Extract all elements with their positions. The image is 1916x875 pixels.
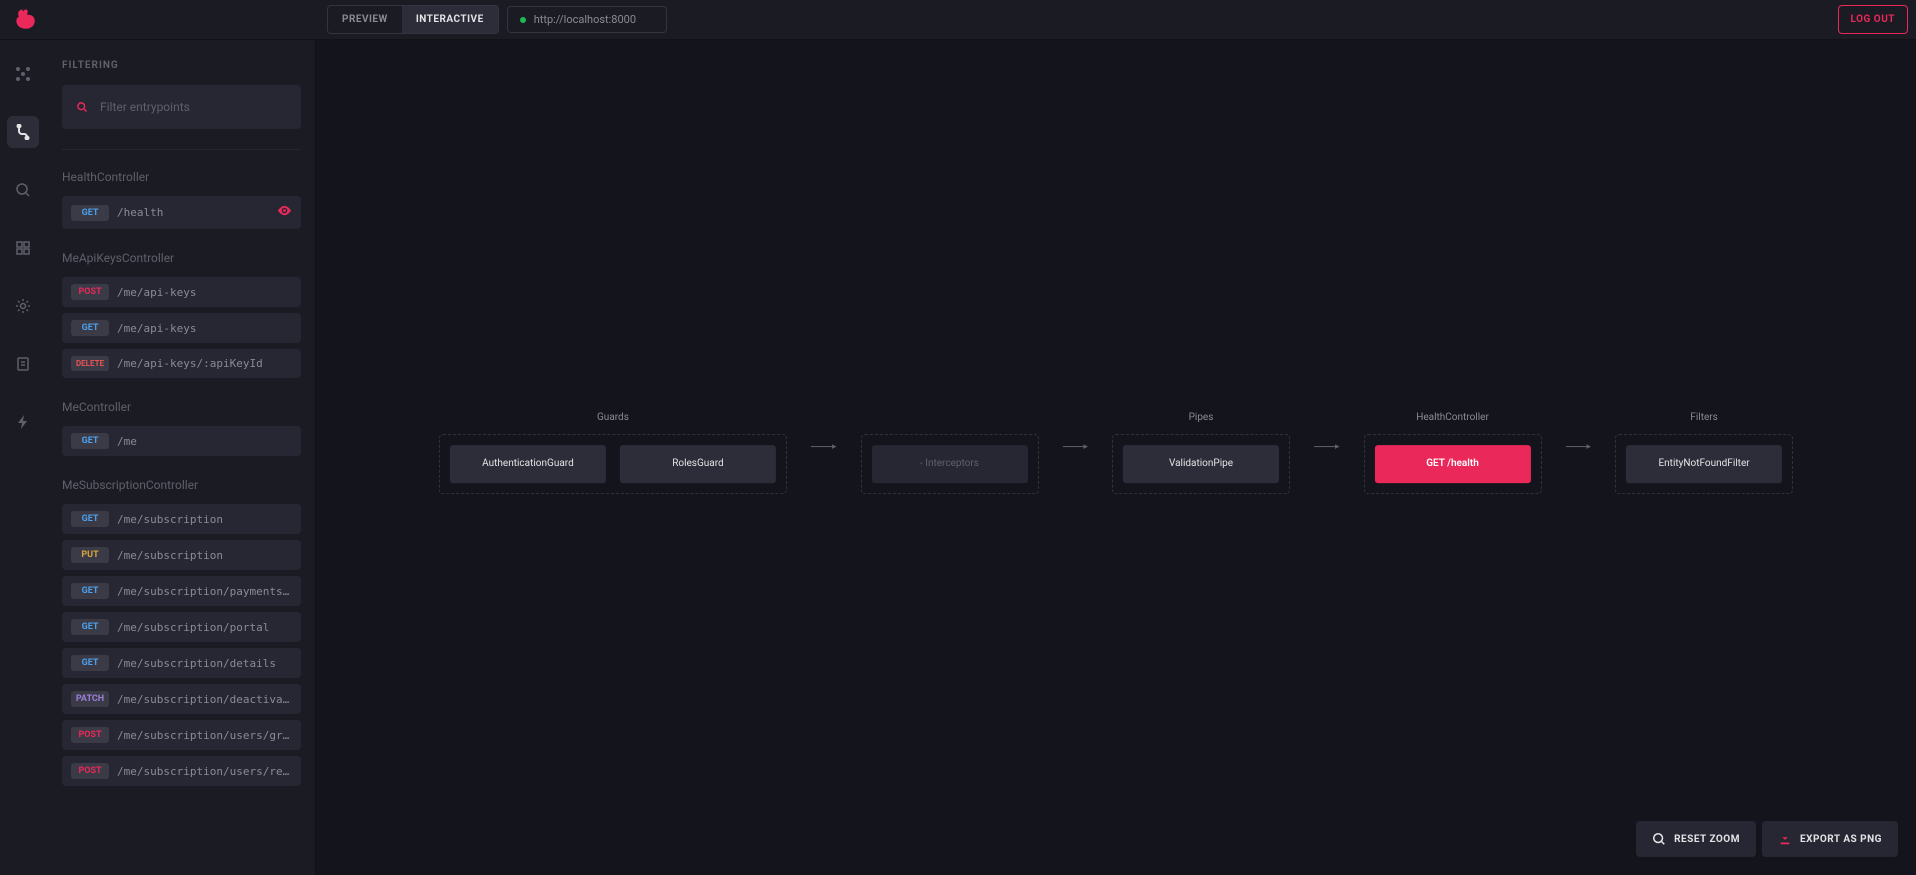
endpoint-row[interactable]: GET/me/subscription/details bbox=[62, 648, 301, 678]
column-title: Guards bbox=[597, 412, 629, 426]
flow-node[interactable]: RolesGuard bbox=[620, 445, 776, 483]
flow-column: Guards AuthenticationGuard RolesGuard bbox=[439, 412, 787, 494]
endpoint-row[interactable]: PATCH/me/subscription/deactivate bbox=[62, 684, 301, 714]
reset-zoom-button[interactable]: RESET ZOOM bbox=[1636, 821, 1756, 857]
endpoint-path: /me/subscription/portal bbox=[117, 621, 292, 634]
method-badge: GET bbox=[71, 511, 109, 527]
canvas[interactable]: Guards AuthenticationGuard RolesGuard - Int… bbox=[316, 40, 1916, 875]
mode-toggle: PREVIEW INTERACTIVE bbox=[327, 5, 499, 34]
nav-layers-icon[interactable] bbox=[7, 232, 39, 264]
group-box: ValidationPipe bbox=[1112, 434, 1290, 494]
export-png-label: EXPORT AS PNG bbox=[1800, 834, 1882, 845]
nav-routes-icon[interactable] bbox=[7, 116, 39, 148]
arrow-icon bbox=[811, 442, 837, 452]
column-title: Filters bbox=[1690, 412, 1718, 426]
method-badge: GET bbox=[71, 619, 109, 635]
icon-rail bbox=[0, 40, 46, 875]
group-box: GET /health bbox=[1364, 434, 1542, 494]
nest-logo bbox=[9, 3, 43, 37]
method-badge: GET bbox=[71, 205, 109, 221]
endpoint-row[interactable]: POST/me/subscription/users/gran… bbox=[62, 720, 301, 750]
download-icon bbox=[1778, 832, 1792, 846]
endpoint-path: /me/subscription/users/revo… bbox=[117, 765, 292, 778]
method-badge: GET bbox=[71, 320, 109, 336]
filtering-label: FILTERING bbox=[62, 60, 301, 71]
flow-column: HealthController GET /health bbox=[1364, 412, 1542, 494]
endpoint-row[interactable]: GET/me/api-keys bbox=[62, 313, 301, 343]
nav-settings-icon[interactable] bbox=[7, 290, 39, 322]
pipeline-flow: Guards AuthenticationGuard RolesGuard - Int… bbox=[439, 412, 1793, 494]
endpoint-path: /me/subscription/details bbox=[117, 657, 292, 670]
flow-node[interactable]: EntityNotFoundFilter bbox=[1626, 445, 1782, 483]
endpoint-row[interactable]: GET/me bbox=[62, 426, 301, 456]
reset-zoom-label: RESET ZOOM bbox=[1674, 834, 1740, 845]
group-box: AuthenticationGuard RolesGuard bbox=[439, 434, 787, 494]
arrow-icon bbox=[1314, 442, 1340, 452]
flow-node[interactable]: GET /health bbox=[1375, 445, 1531, 483]
endpoint-path: /me/api-keys/:apiKeyId bbox=[117, 357, 292, 370]
method-badge: PATCH bbox=[71, 691, 109, 707]
nav-search-icon[interactable] bbox=[7, 174, 39, 206]
endpoint-path: /health bbox=[117, 206, 269, 219]
method-badge: GET bbox=[71, 655, 109, 671]
method-badge: POST bbox=[71, 284, 109, 300]
preview-tab[interactable]: PREVIEW bbox=[328, 6, 402, 33]
endpoint-row[interactable]: GET/me/subscription/payments-h… bbox=[62, 576, 301, 606]
flow-column: - Interceptors bbox=[860, 412, 1038, 494]
endpoint-row[interactable]: GET/me/subscription bbox=[62, 504, 301, 534]
endpoint-row[interactable]: POST/me/subscription/users/revo… bbox=[62, 756, 301, 786]
endpoint-row[interactable]: DELETE/me/api-keys/:apiKeyId bbox=[62, 349, 301, 378]
method-badge: POST bbox=[71, 763, 109, 779]
zoom-icon bbox=[1652, 832, 1666, 846]
logout-button[interactable]: LOG OUT bbox=[1838, 5, 1908, 34]
controller-name: HealthController bbox=[62, 170, 301, 184]
method-badge: PUT bbox=[71, 547, 109, 563]
endpoint-path: /me/api-keys bbox=[117, 286, 292, 299]
eye-icon bbox=[277, 203, 292, 222]
arrow-icon bbox=[1566, 442, 1592, 452]
endpoint-row[interactable]: GET/me/subscription/portal bbox=[62, 612, 301, 642]
top-bar: PREVIEW INTERACTIVE http://localhost:800… bbox=[0, 0, 1916, 40]
method-badge: GET bbox=[71, 433, 109, 449]
controller-name: MeSubscriptionController bbox=[62, 478, 301, 492]
url-box[interactable]: http://localhost:8000 bbox=[507, 6, 667, 33]
endpoint-path: /me bbox=[117, 435, 292, 448]
url-text: http://localhost:8000 bbox=[534, 13, 636, 26]
arrow-icon bbox=[1062, 442, 1088, 452]
filter-input[interactable] bbox=[98, 99, 287, 115]
status-dot-icon bbox=[520, 17, 526, 23]
method-badge: GET bbox=[71, 583, 109, 599]
controller-name: MeApiKeysController bbox=[62, 251, 301, 265]
flow-node[interactable]: ValidationPipe bbox=[1123, 445, 1279, 483]
nav-graph-icon[interactable] bbox=[7, 58, 39, 90]
endpoint-row[interactable]: GET/health bbox=[62, 196, 301, 229]
flow-node[interactable]: AuthenticationGuard bbox=[450, 445, 606, 483]
endpoint-path: /me/subscription/deactivate bbox=[117, 693, 292, 706]
nav-bolt-icon[interactable] bbox=[7, 406, 39, 438]
search-icon bbox=[76, 101, 88, 113]
method-badge: DELETE bbox=[71, 356, 109, 371]
filter-box[interactable] bbox=[62, 85, 301, 129]
divider bbox=[62, 149, 301, 150]
sidebar: FILTERING HealthController GET/health MeAp… bbox=[46, 40, 316, 875]
endpoint-path: /me/subscription bbox=[117, 513, 292, 526]
endpoint-path: /me/subscription bbox=[117, 549, 292, 562]
group-box: - Interceptors bbox=[860, 434, 1038, 494]
endpoint-row[interactable]: POST/me/api-keys bbox=[62, 277, 301, 307]
group-box: EntityNotFoundFilter bbox=[1615, 434, 1793, 494]
column-title: HealthController bbox=[1416, 412, 1489, 426]
flow-column: Pipes ValidationPipe bbox=[1112, 412, 1290, 494]
method-badge: POST bbox=[71, 727, 109, 743]
endpoint-row[interactable]: PUT/me/subscription bbox=[62, 540, 301, 570]
flow-node[interactable]: - Interceptors bbox=[871, 445, 1027, 483]
endpoint-path: /me/subscription/users/gran… bbox=[117, 729, 292, 742]
flow-column: Filters EntityNotFoundFilter bbox=[1615, 412, 1793, 494]
nav-docs-icon[interactable] bbox=[7, 348, 39, 380]
endpoint-path: /me/subscription/payments-h… bbox=[117, 585, 292, 598]
controller-name: MeController bbox=[62, 400, 301, 414]
export-png-button[interactable]: EXPORT AS PNG bbox=[1762, 821, 1898, 857]
column-title: Pipes bbox=[1189, 412, 1214, 426]
endpoint-path: /me/api-keys bbox=[117, 322, 292, 335]
interactive-tab[interactable]: INTERACTIVE bbox=[402, 6, 498, 33]
